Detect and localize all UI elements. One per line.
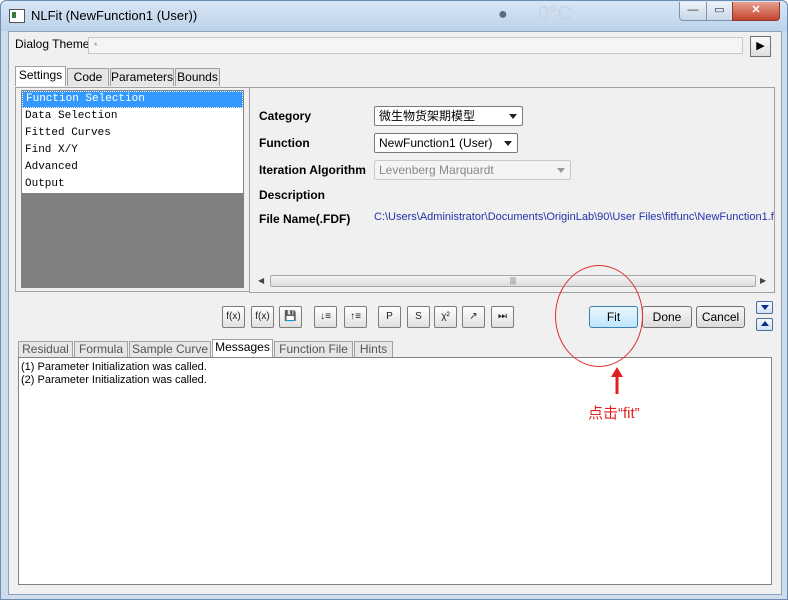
tree-item-advanced[interactable]: Advanced [22,159,243,176]
window-title: NLFit (NewFunction1 (User)) [31,8,198,23]
tab-hints[interactable]: Hints [354,341,393,357]
function-value: NewFunction1 (User) [379,136,493,150]
minimize-button[interactable]: — [679,2,707,21]
cancel-button[interactable]: Cancel [696,306,745,328]
annotation-arrow-icon [611,367,623,394]
collapse-up-button[interactable] [756,318,773,331]
tree-item-find-xy[interactable]: Find X/Y [22,142,243,159]
chevron-down-icon [509,114,517,119]
maximize-button[interactable]: ▭ [706,2,733,21]
category-value: 微生物货架期模型 [379,109,476,123]
function-dropdown[interactable]: NewFunction1 (User) [374,133,518,153]
dialog-theme-combo[interactable]: * [88,37,743,54]
file-name-label: File Name(.FDF) [259,212,351,226]
chevron-down-icon [557,168,565,173]
expand-down-button[interactable] [756,301,773,314]
triangle-up-icon [761,321,769,326]
one-iteration-button[interactable]: ↗ [462,306,485,328]
tab-function-file[interactable]: Function File [274,341,353,357]
tab-parameters[interactable]: Parameters [110,68,174,86]
file-name-path: C:\Users\Administrator\Documents\OriginL… [374,211,774,223]
description-label: Description [259,188,326,202]
function-edit-button[interactable]: f(x) [251,306,274,328]
nlfit-dialog-window: NLFit (NewFunction1 (User)) ● 0°C — ▭ ✕ … [0,0,788,600]
iteration-algorithm-label: Iteration Algorithm [259,163,366,177]
iteration-algorithm-value: Levenberg Marquardt [379,163,494,177]
chevron-down-icon [504,141,512,146]
sort-ascending-button[interactable]: ↑≡ [344,306,367,328]
function-label: Function [259,136,310,150]
simplex-button[interactable]: S [407,306,430,328]
annotation-text: 点击“fit” [588,405,640,422]
category-label: Category [259,109,312,123]
tree-item-data-selection[interactable]: Data Selection [22,108,243,125]
tab-settings[interactable]: Settings [15,66,66,86]
dialog-theme-arrow-button[interactable]: ▶ [750,36,771,57]
dialog-theme-label: Dialog Theme [15,37,90,51]
tab-residual[interactable]: Residual [18,341,73,357]
close-button[interactable]: ✕ [732,2,780,21]
triangle-down-icon [761,305,769,310]
settings-panel: Function Selection Data Selection Fitted… [15,87,775,293]
tab-code[interactable]: Code [67,68,109,86]
iteration-algorithm-dropdown: Levenberg Marquardt [374,160,571,180]
fit-until-converged-button[interactable]: ⏭ [491,306,514,328]
sort-descending-button[interactable]: ↓≡ [314,306,337,328]
category-dropdown[interactable]: 微生物货架期模型 [374,106,523,126]
tree-item-output[interactable]: Output [22,176,243,193]
title-bar[interactable]: NLFit (NewFunction1 (User)) ● 0°C — ▭ ✕ [1,1,787,31]
tree-item-fitted-curves[interactable]: Fitted Curves [22,125,243,142]
horizontal-scrollbar[interactable]: ◀ ||| ▶ [253,274,771,289]
messages-output[interactable]: (1) Parameter Initialization was called.… [18,357,772,585]
tree-item-function-selection[interactable]: Function Selection [22,91,243,108]
background-dot-icon: ● [498,6,508,23]
save-button[interactable]: 💾 [279,306,302,328]
message-line: (1) Parameter Initialization was called. [21,361,207,373]
function-initialize-button[interactable]: f(x) [222,306,245,328]
app-icon [9,9,25,23]
scroll-left-icon[interactable]: ◀ [258,276,264,285]
scrollbar-thumb[interactable]: ||| [270,275,756,287]
background-temperature-text: 0°C [538,3,572,25]
function-selection-details: Category 微生物货架期模型 Function NewFunction1 … [249,87,775,293]
parameters-button[interactable]: P [378,306,401,328]
scroll-right-icon[interactable]: ▶ [760,276,766,285]
tab-sample-curve[interactable]: Sample Curve [129,341,211,357]
chi-square-button[interactable]: χ² [434,306,457,328]
settings-tree[interactable]: Function Selection Data Selection Fitted… [21,90,244,288]
tab-formula[interactable]: Formula [74,341,128,357]
dialog-client-area: Dialog Theme * ▶ Settings Code Parameter… [8,31,782,595]
tab-messages[interactable]: Messages [212,339,273,357]
tab-bounds[interactable]: Bounds [175,68,220,86]
annotation-circle [555,265,643,367]
done-button[interactable]: Done [642,306,692,328]
message-line: (2) Parameter Initialization was called. [21,374,207,386]
